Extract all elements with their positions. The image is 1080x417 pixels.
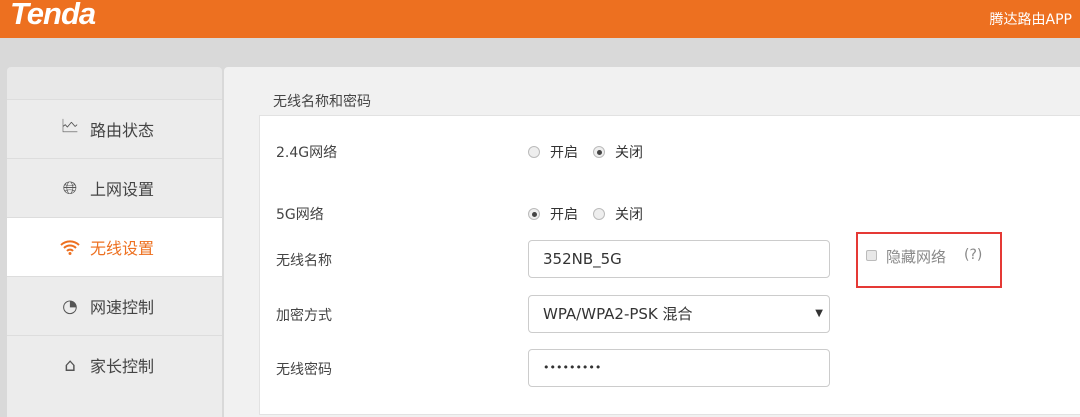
net5-off-radio[interactable]: 关闭 [593, 204, 643, 224]
sidebar-item-wireless[interactable]: 无线设置 [7, 217, 222, 276]
main-panel: 无线名称和密码 2.4G网络 开启 关闭 5G网络 开启 关闭 无线名称 352… [224, 67, 1080, 417]
ssid-label: 无线名称 [276, 253, 332, 269]
net24-off-radio[interactable]: 关闭 [593, 142, 643, 162]
hide-network-label: 隐藏网络 [886, 248, 947, 266]
hide-network-checkbox[interactable] [866, 250, 877, 261]
sidebar-item-label: 家长控制 [90, 357, 155, 376]
radio-label: 开启 [550, 145, 578, 161]
net24-label: 2.4G网络 [276, 145, 338, 161]
header-bar: Tenda 腾达路由APP [0, 0, 1080, 38]
sidebar-item-label: 网速控制 [90, 298, 155, 317]
security-select[interactable]: WPA/WPA2-PSK 混合 ▼ [528, 295, 830, 333]
sidebar-item-speed-control[interactable]: ◔ 网速控制 [7, 276, 222, 335]
globe-icon: 🌐︎ [62, 177, 78, 199]
speedometer-icon: ◔ [62, 295, 78, 317]
sidebar: 🗠 路由状态 🌐︎ 上网设置 无线设置 ◔ 网速控制 ⌂ 家长控制 [7, 67, 222, 417]
security-label: 加密方式 [276, 308, 332, 324]
ssid-input[interactable]: 352NB_5G [528, 240, 830, 278]
sidebar-item-internet[interactable]: 🌐︎ 上网设置 [7, 158, 222, 217]
net24-on-radio[interactable]: 开启 [528, 142, 578, 162]
radio-label: 关闭 [615, 207, 643, 223]
sidebar-item-label: 上网设置 [90, 180, 155, 199]
net5-on-radio[interactable]: 开启 [528, 204, 578, 224]
sidebar-item-router-status[interactable]: 🗠 路由状态 [7, 99, 222, 158]
app-link[interactable]: 腾达路由APP [990, 9, 1072, 29]
net5-label: 5G网络 [276, 207, 324, 223]
pulse-monitor-icon: 🗠 [60, 116, 80, 137]
radio-label: 关闭 [615, 145, 643, 161]
password-input[interactable]: ••••••••• [528, 349, 830, 387]
section-title: 无线名称和密码 [273, 94, 371, 110]
family-icon: ⌂ [64, 354, 76, 376]
sidebar-item-parental-control[interactable]: ⌂ 家长控制 [7, 335, 222, 394]
password-label: 无线密码 [276, 362, 332, 378]
tenda-logo[interactable]: Tenda [10, 0, 96, 32]
hide-network-highlight: 隐藏网络 (?) [856, 232, 1002, 288]
dropdown-arrow-icon: ▼ [815, 308, 823, 319]
wireless-form: 2.4G网络 开启 关闭 5G网络 开启 关闭 无线名称 352NB_5G 隐藏… [259, 115, 1080, 415]
security-value: WPA/WPA2-PSK 混合 [543, 305, 693, 323]
help-link[interactable]: (?) [964, 247, 982, 263]
radio-label: 开启 [550, 207, 578, 223]
sidebar-item-label: 无线设置 [90, 239, 155, 258]
wifi-icon [59, 236, 81, 258]
sidebar-item-label: 路由状态 [90, 121, 155, 140]
